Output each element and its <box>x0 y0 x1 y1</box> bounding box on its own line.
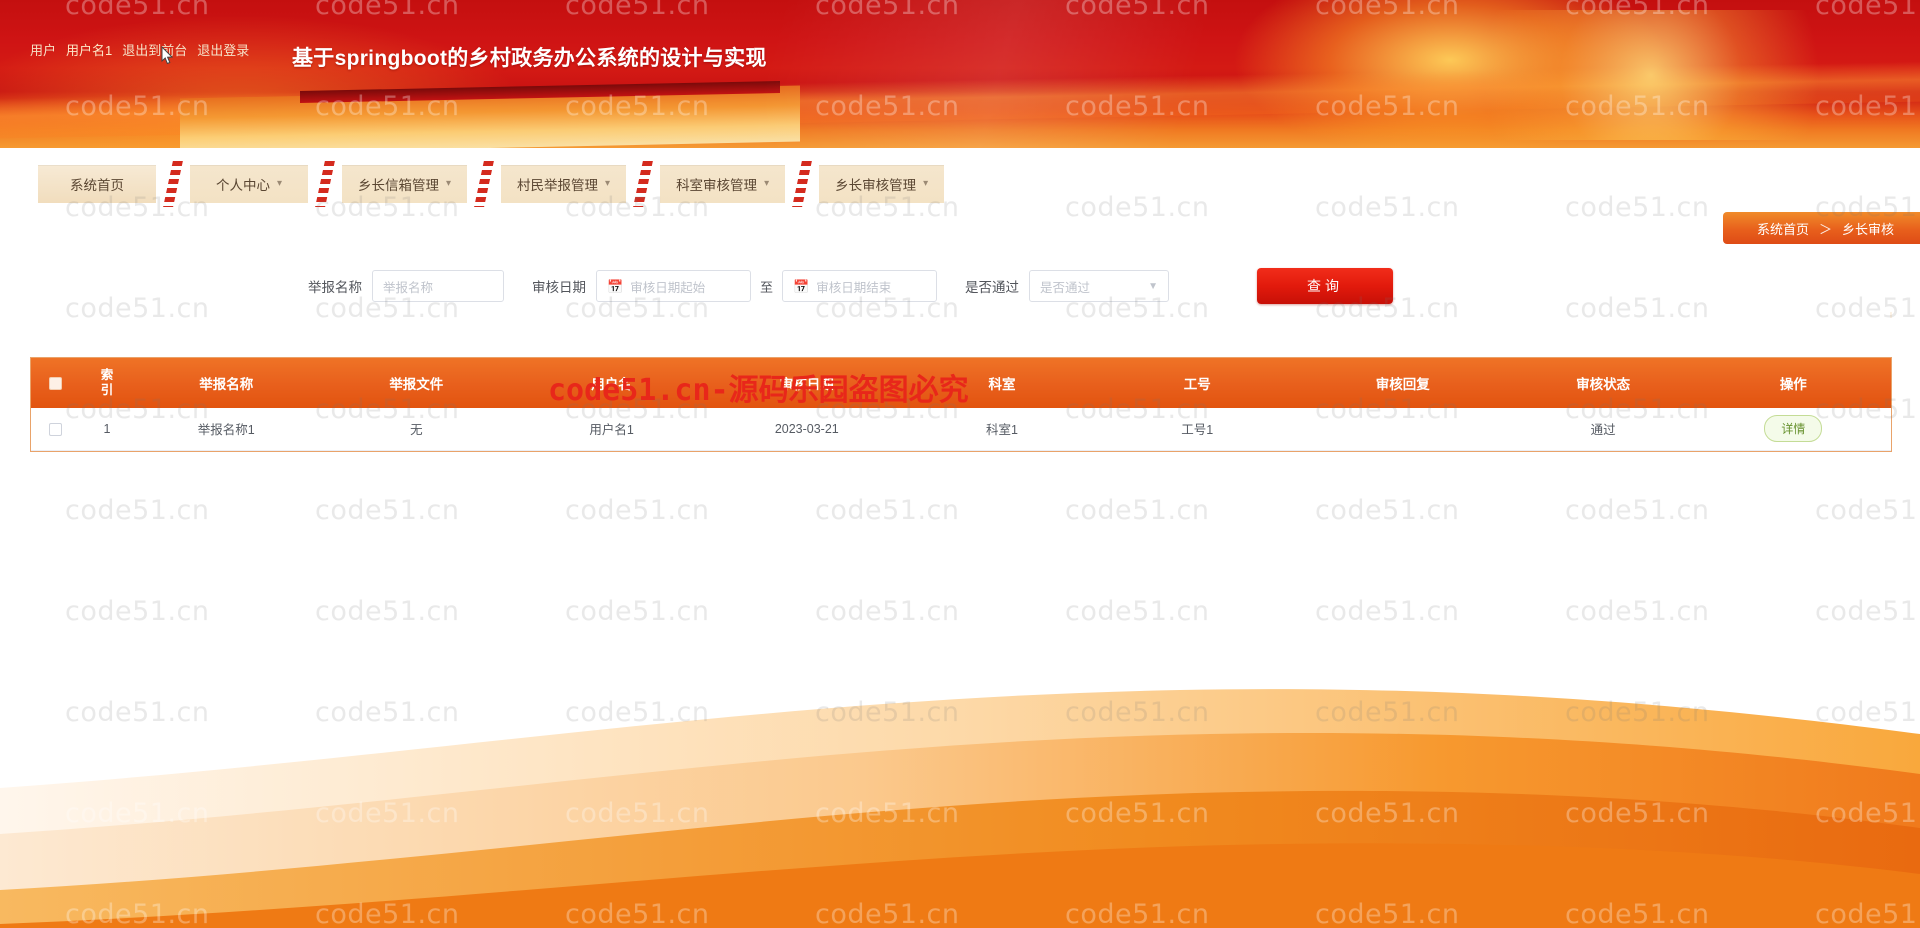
exit-to-frontend-link[interactable]: 退出到前台 <box>122 40 187 59</box>
date-range-separator-label: 至 <box>760 279 774 295</box>
table-header-cell-1: 举报名称 <box>199 377 254 392</box>
chevron-down-icon: ▾ <box>276 178 283 189</box>
watermark-text: code51.cn <box>65 495 210 526</box>
cell-review-reply <box>1294 408 1511 451</box>
chevron-down-icon: ▾ <box>923 178 929 189</box>
table-header-cell-0: 索引 <box>100 368 114 397</box>
main-navigation: 系统首页 个人中心 ▾ 乡长信箱管理 ▾ 村民举报管理 ▾ 科室审核管理 ▾ 乡长审核管理 ▾ <box>0 148 1920 220</box>
select-all-header[interactable] <box>31 358 80 408</box>
footer-swoosh-graphic <box>0 689 1920 928</box>
nav-item-2[interactable]: 乡长信箱管理 ▾ <box>342 165 468 203</box>
breadcrumb-separator-icon: ＞ <box>1818 221 1832 237</box>
chevron-down-icon: ▼ <box>1148 280 1159 292</box>
review-table: 索引 举报名称 举报文件 用户名 审核日期 科室 工号 审核回复 审核状态 操作 1 举报名称1 无用… <box>30 357 1892 452</box>
watermark-text: code51.cn <box>815 495 960 526</box>
nav-item-5[interactable]: 乡长审核管理 ▾ <box>819 165 945 203</box>
calendar-icon: 📅 <box>793 278 810 294</box>
watermark-text: code51.cn <box>1815 495 1920 526</box>
nav-item-4[interactable]: 科室审核管理 ▾ <box>660 165 786 203</box>
table-header-cell-2: 举报文件 <box>389 377 444 392</box>
cell-username: 用户名1 <box>513 408 710 451</box>
watermark-text: code51.cn <box>815 596 960 627</box>
nav-item-label: 乡长审核管理 <box>835 178 917 193</box>
breadcrumb-current: 乡长审核 <box>1841 221 1894 237</box>
watermark-text: code51.cn <box>1315 596 1460 627</box>
watermark-text: code51.cn <box>565 596 710 627</box>
watermark-text: code51.cn <box>65 596 210 627</box>
cell-job-no: 工号1 <box>1099 408 1295 451</box>
cell-action[interactable]: 详情 <box>1695 408 1891 451</box>
watermark-text: code51.cn <box>0 495 65 526</box>
detail-button[interactable]: 详情 <box>1764 415 1823 443</box>
watermark-text: code51.cn <box>565 495 710 526</box>
report-name-input[interactable]: 举报名称 <box>372 270 504 302</box>
row-select-cell[interactable] <box>31 408 81 451</box>
query-button[interactable]: 查询 <box>1257 268 1394 304</box>
logout-link[interactable]: 退出登录 <box>197 40 249 59</box>
cell-review-status: 通过 <box>1510 408 1696 451</box>
page-title: 基于springboot的乡村政务办公系统的设计与实现 <box>292 47 767 70</box>
nav-item-label: 个人中心 <box>215 178 270 193</box>
breadcrumb-home[interactable]: 系统首页 <box>1757 219 1809 238</box>
chevron-down-icon: ▾ <box>605 178 611 189</box>
table-header-row: 索引 举报名称 举报文件 用户名 审核日期 科室 工号 审核回复 审核状态 操作 <box>31 358 1891 408</box>
table-header-cell-3: 用户名 <box>591 377 632 392</box>
cell-report-name: 举报名称1 <box>133 408 319 451</box>
cell-department: 科室1 <box>904 408 1100 451</box>
nav-item-0[interactable]: 系统首页 <box>38 165 156 203</box>
nav-item-3[interactable]: 村民举报管理 ▾ <box>501 165 627 203</box>
cell-report-file: 无 <box>318 408 514 451</box>
review-date-start-input[interactable]: 📅 审核日期起始 <box>596 270 751 302</box>
select-all-checkbox[interactable] <box>49 377 63 391</box>
breadcrumb: 系统首页 ＞ 乡长审核 <box>1722 212 1920 244</box>
watermark-text: code51.cn <box>1815 596 1920 627</box>
review-date-end-placeholder: 审核日期结束 <box>816 280 892 295</box>
watermark-text: code51.cn <box>0 596 65 627</box>
nav-item-label: 系统首页 <box>70 178 124 193</box>
cell-review-date: 2023-03-21 <box>709 408 905 451</box>
row-checkbox[interactable] <box>49 422 63 436</box>
user-label: 用户 <box>30 43 57 58</box>
table-header-cell-6: 工号 <box>1183 377 1211 392</box>
search-filter-bar: 举报名称 举报名称 审核日期 📅 审核日期起始 至 📅 审核日期结束 是否通过 … <box>30 252 1890 320</box>
watermark-text: code51.cn <box>315 495 460 526</box>
report-name-label: 举报名称 <box>308 280 362 295</box>
username-label: 用户名1 <box>66 43 113 58</box>
header-banner <box>0 0 1920 148</box>
chevron-down-icon: ▾ <box>446 178 452 189</box>
mouse-cursor-pointer-icon <box>161 46 174 65</box>
review-date-label: 审核日期 <box>532 280 586 295</box>
footer-decoration <box>0 638 1920 928</box>
nav-item-label: 科室审核管理 <box>676 178 758 193</box>
is-passed-select-placeholder: 是否通过 <box>1040 280 1091 295</box>
banner-sheen-decoration <box>0 0 1920 148</box>
review-date-end-input[interactable]: 📅 审核日期结束 <box>782 270 938 302</box>
watermark-text: code51.cn <box>1565 495 1710 526</box>
nav-item-label: 乡长信箱管理 <box>358 178 439 193</box>
is-passed-select[interactable]: 是否通过 ▼ <box>1029 270 1170 302</box>
watermark-text: code51.cn <box>1065 596 1210 627</box>
top-user-bar: 用户 用户名1 退出到前台 退出登录 <box>30 40 249 59</box>
table-header-cell-8: 审核状态 <box>1576 377 1631 392</box>
table-header-cell-4: 审核日期 <box>779 377 834 392</box>
watermark-text: code51.cn <box>315 596 460 627</box>
cell-index: 1 <box>80 408 134 451</box>
nav-item-1[interactable]: 个人中心 ▾ <box>190 165 308 203</box>
watermark-text: code51.cn <box>1315 495 1460 526</box>
watermark-text: code51.cn <box>1065 495 1210 526</box>
table-row[interactable]: 1 举报名称1 无用户名1 2023-03-21 科室1 工号1 通过 详情 <box>31 408 1891 451</box>
nav-item-label: 村民举报管理 <box>517 178 599 193</box>
watermark-text: code51.cn <box>1565 596 1710 627</box>
is-passed-label: 是否通过 <box>965 280 1020 295</box>
table-header-cell-7: 审核回复 <box>1375 377 1430 392</box>
chevron-down-icon: ▾ <box>764 178 770 189</box>
review-date-start-placeholder: 审核日期起始 <box>630 280 706 295</box>
report-name-input-placeholder: 举报名称 <box>383 280 434 295</box>
table-header-cell-9: 操作 <box>1779 377 1807 392</box>
calendar-icon: 📅 <box>607 278 624 294</box>
table-header-cell-5: 科室 <box>988 377 1016 392</box>
